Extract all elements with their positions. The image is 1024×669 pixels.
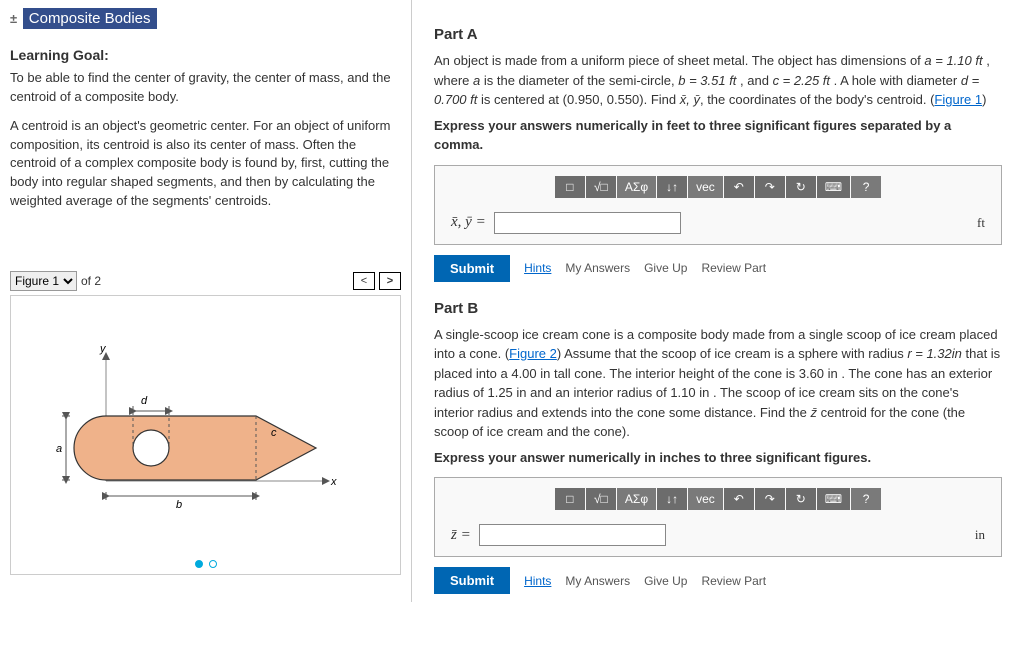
part-b-answer-input[interactable] bbox=[479, 524, 666, 546]
part-a-answer-input[interactable] bbox=[494, 212, 681, 234]
figure-count: of 2 bbox=[81, 274, 101, 288]
redo-button[interactable]: ↷ bbox=[755, 488, 785, 510]
svg-text:d: d bbox=[141, 395, 148, 407]
part-b-problem: A single-scoop ice cream cone is a compo… bbox=[434, 325, 1002, 442]
svg-text:y: y bbox=[99, 343, 107, 355]
figure-panel: x y d c a bbox=[10, 295, 401, 575]
reset-button[interactable]: ↻ bbox=[786, 176, 816, 198]
greek-button[interactable]: ΑΣφ bbox=[617, 488, 656, 510]
sidebar-title-row: ± Composite Bodies bbox=[10, 8, 401, 29]
part-a-label: Part A bbox=[434, 26, 1002, 43]
figure-next-button[interactable]: > bbox=[379, 272, 401, 290]
svg-text:x: x bbox=[330, 476, 337, 488]
figure-1-diagram: x y d c a bbox=[56, 336, 356, 516]
learning-goal-text: To be able to find the center of gravity… bbox=[10, 69, 401, 107]
figure-nav-bar: Figure 1 of 2 < > bbox=[10, 271, 401, 291]
template-button[interactable]: □ bbox=[555, 488, 585, 510]
part-b-myanswers-link[interactable]: My Answers bbox=[565, 574, 630, 588]
redo-button[interactable]: ↷ bbox=[755, 176, 785, 198]
part-b-answer-label: z̄ = bbox=[451, 527, 471, 544]
part-a-answer-row: x̄, ȳ = ft bbox=[451, 212, 985, 234]
keyboard-button[interactable]: ⌨ bbox=[817, 488, 850, 510]
sidebar-title: Composite Bodies bbox=[23, 8, 157, 29]
vec-button[interactable]: vec bbox=[688, 176, 723, 198]
keyboard-button[interactable]: ⌨ bbox=[817, 176, 850, 198]
part-b-answer-box: □ √□ ΑΣφ ↓↑ vec ↶ ↷ ↻ ⌨ ? z̄ = in bbox=[434, 477, 1002, 557]
figure-select[interactable]: Figure 1 bbox=[10, 271, 77, 291]
part-a-instruction: Express your answers numerically in feet… bbox=[434, 116, 1002, 155]
greek-button[interactable]: ΑΣφ bbox=[617, 176, 656, 198]
collapse-icon[interactable]: ± bbox=[10, 11, 17, 26]
part-a-answer-box: □ √□ ΑΣφ ↓↑ vec ↶ ↷ ↻ ⌨ ? x̄, ȳ = ft bbox=[434, 165, 1002, 245]
main-content: Part A An object is made from a uniform … bbox=[412, 0, 1024, 602]
svg-text:c: c bbox=[271, 427, 277, 439]
part-b-answer-row: z̄ = in bbox=[451, 524, 985, 546]
svg-text:b: b bbox=[176, 499, 182, 511]
centroid-description: A centroid is an object's geometric cent… bbox=[10, 117, 401, 211]
part-b-submit-button[interactable]: Submit bbox=[434, 567, 510, 594]
subsup-button[interactable]: ↓↑ bbox=[657, 488, 687, 510]
figure-2-link[interactable]: Figure 2 bbox=[509, 346, 557, 361]
part-b-label: Part B bbox=[434, 300, 1002, 317]
undo-button[interactable]: ↶ bbox=[724, 488, 754, 510]
part-b-actions: Submit Hints My Answers Give Up Review P… bbox=[434, 567, 1002, 594]
part-a-giveup-link[interactable]: Give Up bbox=[644, 261, 687, 275]
part-b-instruction: Express your answer numerically in inche… bbox=[434, 448, 1002, 468]
figure-1-link[interactable]: Figure 1 bbox=[934, 92, 982, 107]
sidebar: ± Composite Bodies Learning Goal: To be … bbox=[0, 0, 412, 602]
sqrt-button[interactable]: √□ bbox=[586, 488, 616, 510]
part-b-hints-link[interactable]: Hints bbox=[524, 574, 551, 588]
vec-button[interactable]: vec bbox=[688, 488, 723, 510]
template-button[interactable]: □ bbox=[555, 176, 585, 198]
part-b-toolbar: □ √□ ΑΣφ ↓↑ vec ↶ ↷ ↻ ⌨ ? bbox=[451, 488, 985, 510]
help-button[interactable]: ? bbox=[851, 176, 881, 198]
part-a-hints-link[interactable]: Hints bbox=[524, 261, 551, 275]
help-button[interactable]: ? bbox=[851, 488, 881, 510]
svg-text:a: a bbox=[56, 443, 62, 455]
undo-button[interactable]: ↶ bbox=[724, 176, 754, 198]
figure-pager bbox=[195, 560, 217, 568]
part-a-review-link[interactable]: Review Part bbox=[701, 261, 766, 275]
figure-dot-2[interactable] bbox=[209, 560, 217, 568]
part-a-answer-label: x̄, ȳ = bbox=[451, 214, 486, 231]
part-a-toolbar: □ √□ ΑΣφ ↓↑ vec ↶ ↷ ↻ ⌨ ? bbox=[451, 176, 985, 198]
part-a-problem: An object is made from a uniform piece o… bbox=[434, 51, 1002, 110]
part-b-review-link[interactable]: Review Part bbox=[701, 574, 766, 588]
figure-prev-button[interactable]: < bbox=[353, 272, 375, 290]
sqrt-button[interactable]: √□ bbox=[586, 176, 616, 198]
figure-dot-1[interactable] bbox=[195, 560, 203, 568]
part-b-giveup-link[interactable]: Give Up bbox=[644, 574, 687, 588]
part-a-unit: ft bbox=[977, 215, 985, 231]
reset-button[interactable]: ↻ bbox=[786, 488, 816, 510]
part-b-unit: in bbox=[975, 527, 985, 543]
part-a-actions: Submit Hints My Answers Give Up Review P… bbox=[434, 255, 1002, 282]
part-a-myanswers-link[interactable]: My Answers bbox=[565, 261, 630, 275]
subsup-button[interactable]: ↓↑ bbox=[657, 176, 687, 198]
part-a-submit-button[interactable]: Submit bbox=[434, 255, 510, 282]
learning-goal-label: Learning Goal: bbox=[10, 47, 401, 63]
